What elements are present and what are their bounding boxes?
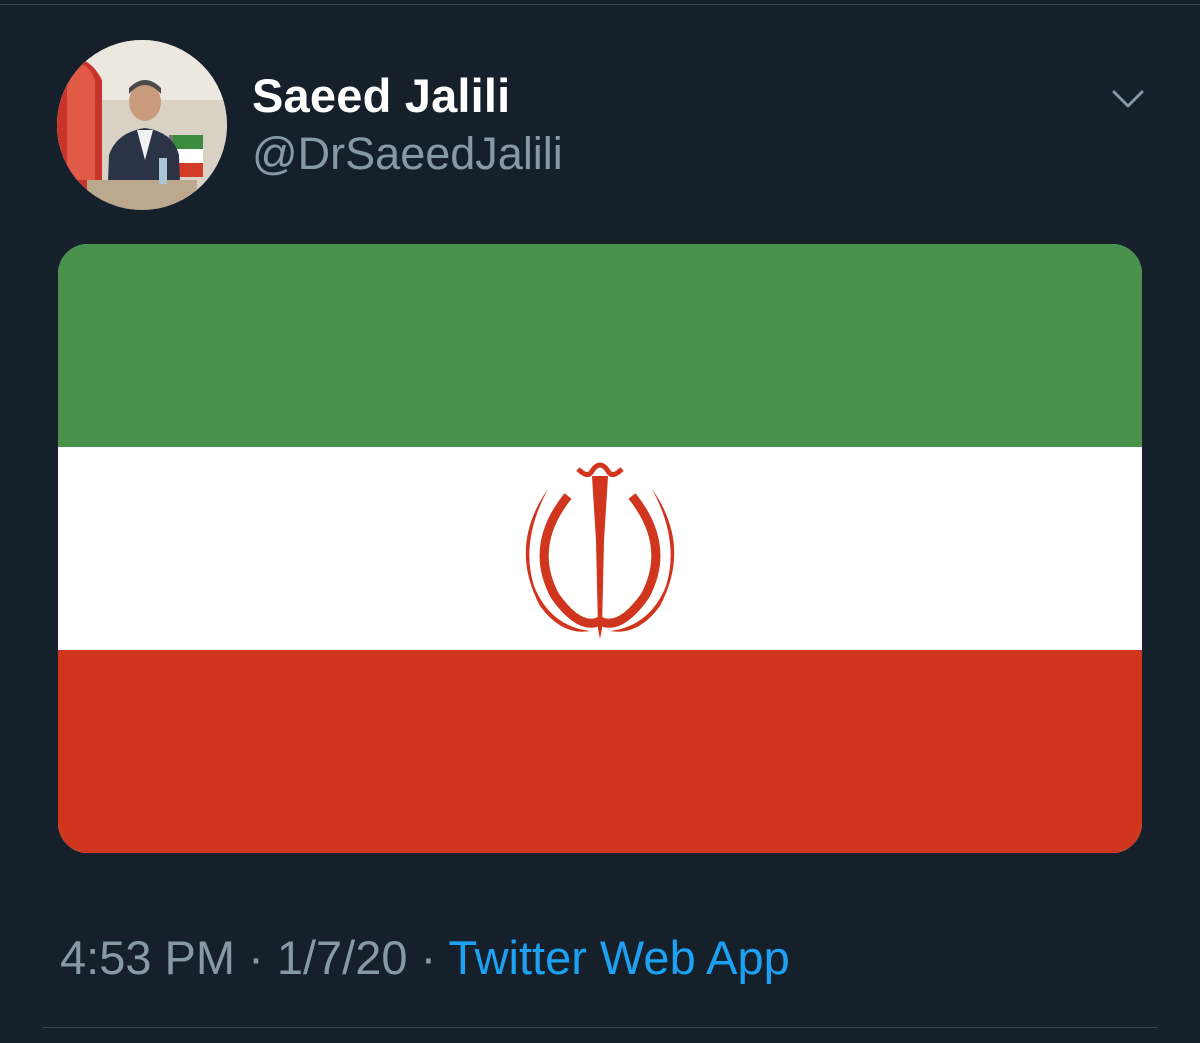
- flag-red-kufic-border: [58, 656, 1142, 692]
- flag-of-iran: [58, 244, 1142, 853]
- chevron-down-icon[interactable]: [1110, 84, 1146, 114]
- author-display-name[interactable]: Saeed Jalili: [252, 68, 510, 123]
- author-handle[interactable]: @DrSaeedJalili: [252, 128, 563, 180]
- tweet-meta: 4:53 PM · 1/7/20 · Twitter Web App: [60, 930, 790, 985]
- flag-green-kufic-border: [58, 406, 1142, 442]
- meta-separator: ·: [420, 931, 437, 984]
- tweet-media-image[interactable]: [58, 244, 1142, 853]
- top-divider: [0, 4, 1200, 5]
- avatar[interactable]: [57, 40, 227, 210]
- avatar-photo: [57, 40, 227, 210]
- tweet-date[interactable]: 1/7/20: [277, 931, 408, 984]
- tweet-time[interactable]: 4:53 PM: [60, 931, 235, 984]
- tweet-source-link[interactable]: Twitter Web App: [448, 931, 789, 984]
- meta-separator: ·: [248, 931, 264, 984]
- bottom-divider: [42, 1027, 1158, 1028]
